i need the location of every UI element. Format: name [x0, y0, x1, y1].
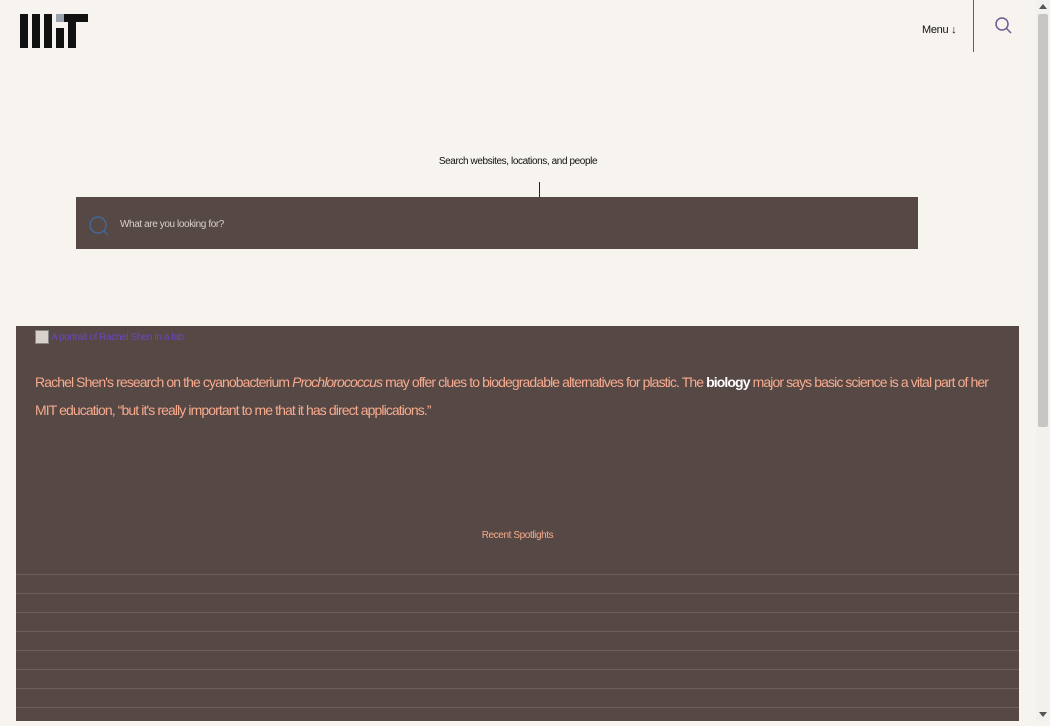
page-scrollbar[interactable] [1036, 0, 1050, 721]
list-item[interactable] [16, 650, 1019, 669]
caption-text: may offer clues to biodegradable alterna… [382, 374, 707, 390]
spotlight-image-link[interactable]: A portrait of Rachel Shen in a lab [35, 330, 184, 344]
scroll-thumb[interactable] [1038, 14, 1048, 427]
list-item[interactable] [16, 631, 1019, 650]
spotlight-list [16, 574, 1019, 726]
list-item[interactable] [16, 707, 1019, 726]
search-icon[interactable] [994, 16, 1014, 36]
caption-text: Rachel Shen's research on the cyanobacte… [35, 374, 293, 390]
caption-species: Prochlorococcus [292, 374, 383, 390]
search-bar [76, 197, 918, 249]
broken-image-icon [35, 330, 49, 344]
recent-spotlights-heading: Recent Spotlights [481, 530, 554, 541]
mit-logo[interactable] [20, 14, 88, 48]
list-item[interactable] [16, 612, 1019, 631]
spotlight-image-alt: A portrait of Rachel Shen in a lab [51, 331, 184, 343]
list-item[interactable] [16, 574, 1019, 593]
scroll-down-arrow-icon[interactable] [1039, 712, 1047, 717]
header-divider [973, 0, 974, 52]
search-field-icon [88, 215, 110, 237]
biology-link[interactable]: biology [706, 374, 750, 390]
list-item[interactable] [16, 688, 1019, 707]
search-label: Search websites, locations, and people [438, 156, 598, 167]
list-item[interactable] [16, 593, 1019, 612]
scroll-up-arrow-icon[interactable] [1039, 4, 1047, 9]
list-item[interactable] [16, 669, 1019, 688]
spotlight-caption: Rachel Shen's research on the cyanobacte… [35, 368, 1000, 424]
search-input[interactable] [118, 212, 902, 236]
spotlight-section: A portrait of Rachel Shen in a lab Rache… [16, 326, 1019, 721]
menu-button[interactable]: Menu ↓ [922, 24, 957, 36]
